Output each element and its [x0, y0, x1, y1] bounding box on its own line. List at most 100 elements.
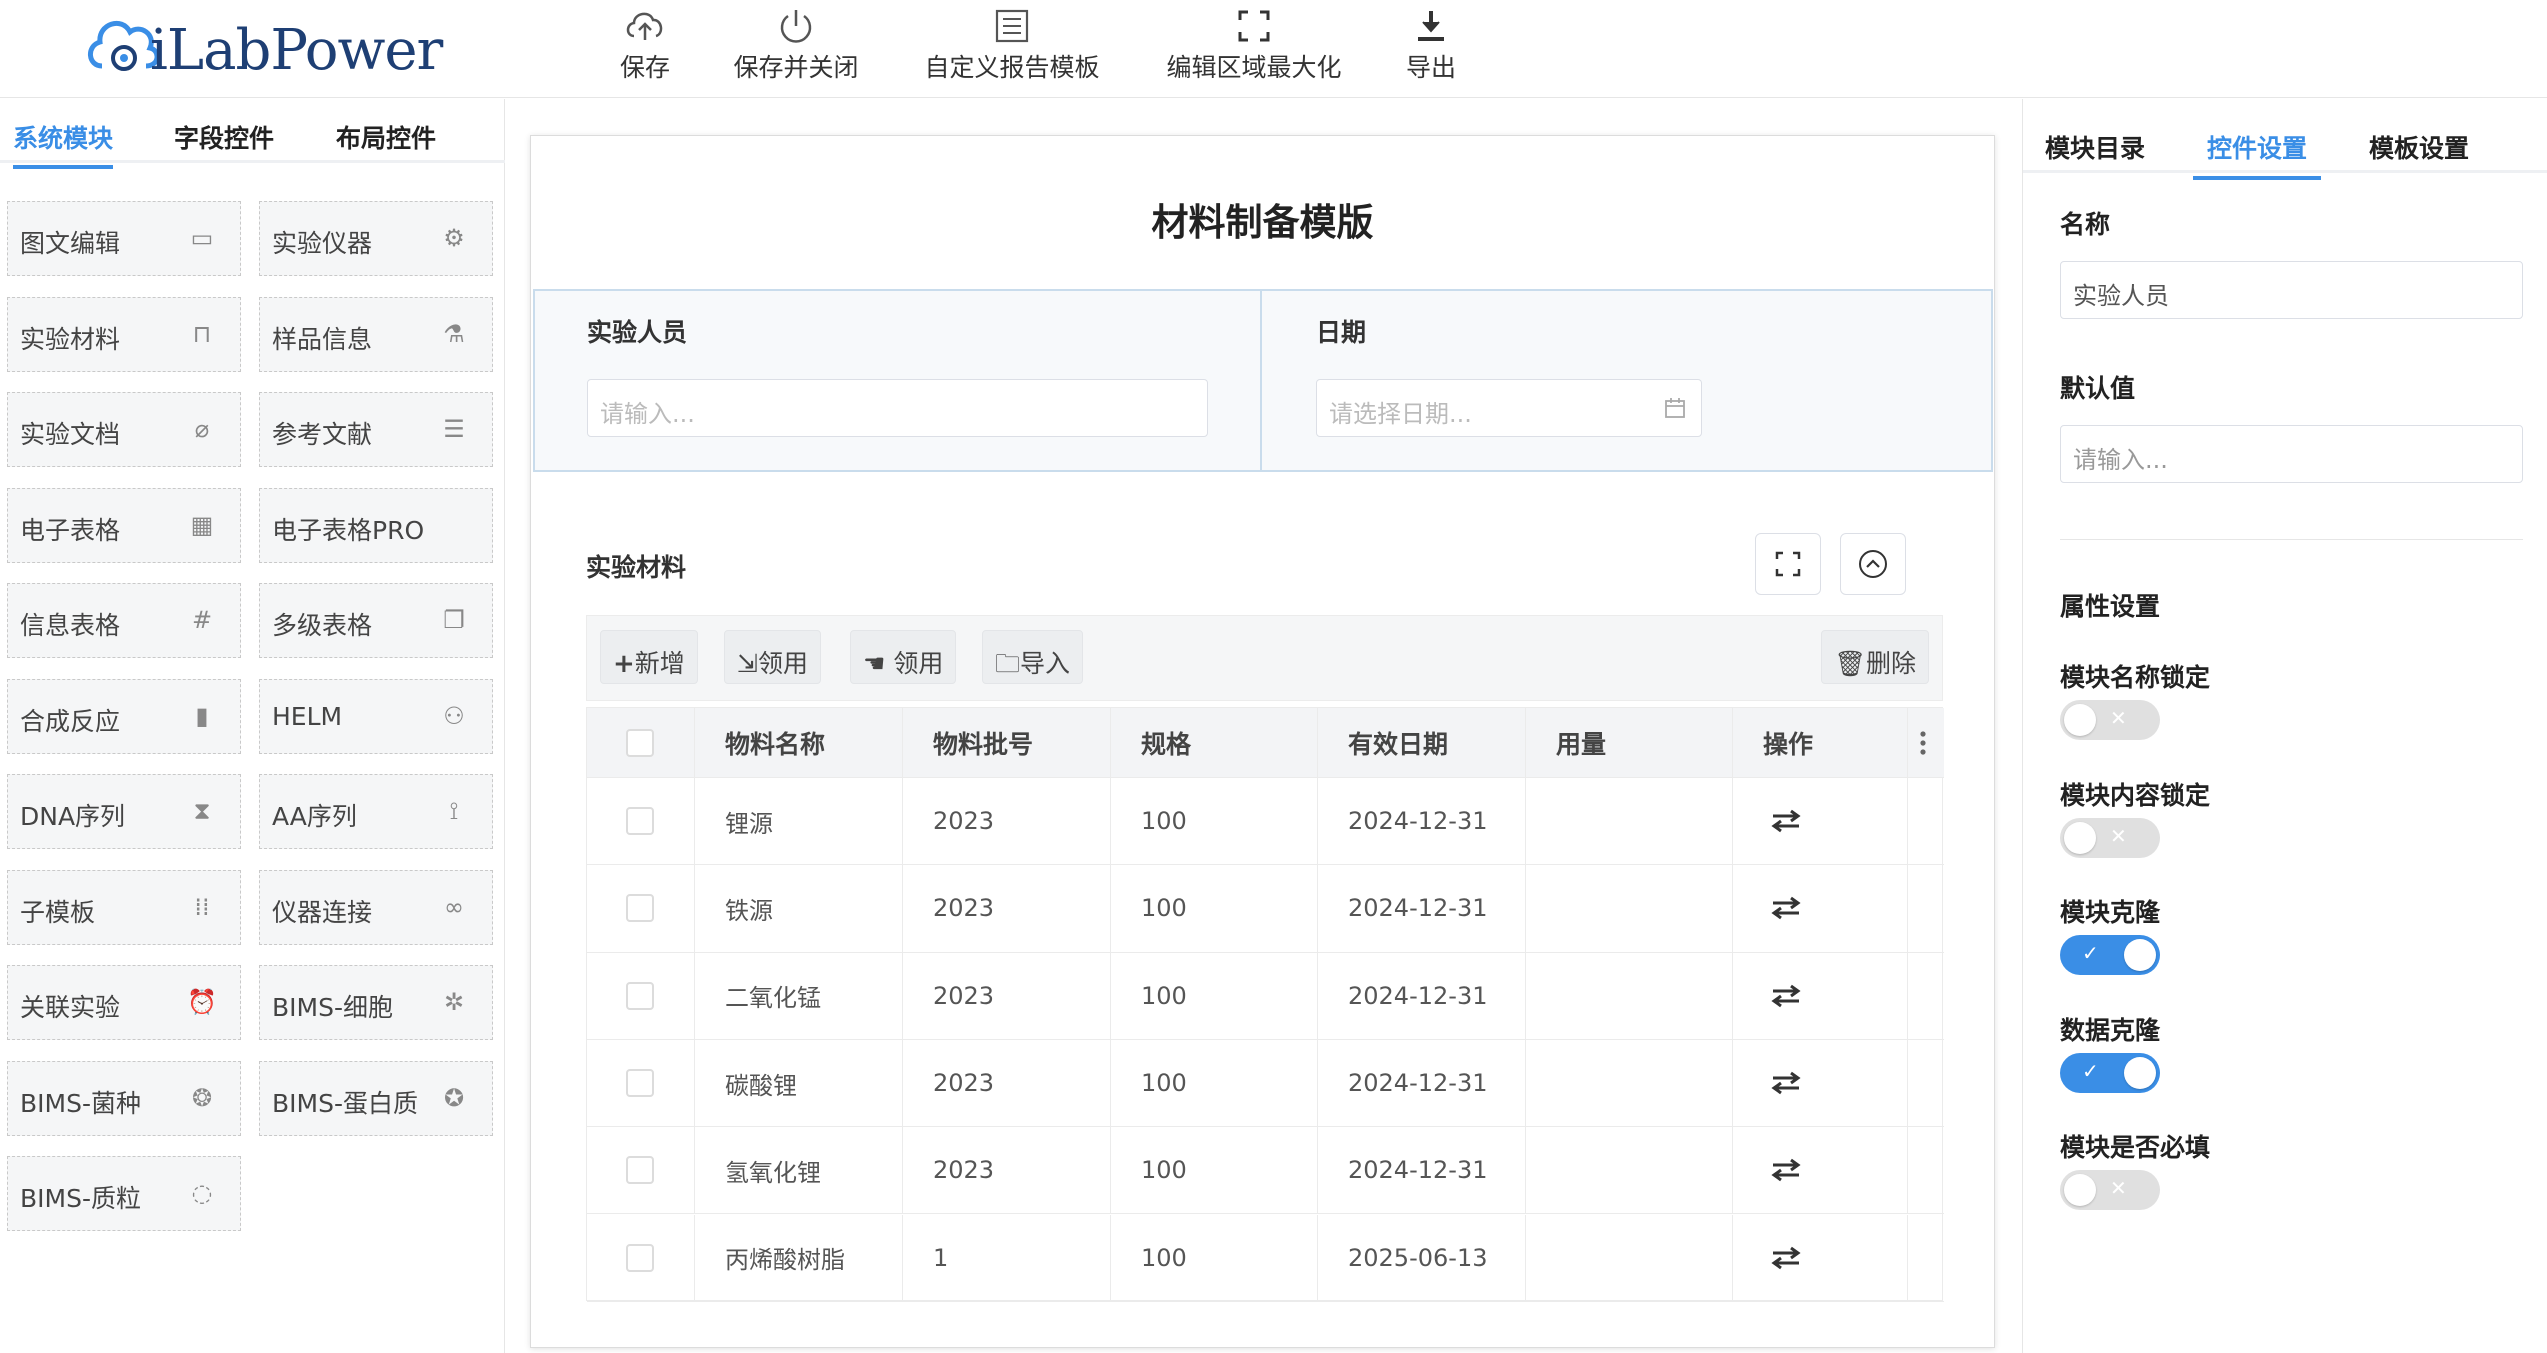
table-cell[interactable]	[1526, 952, 1733, 1039]
module-item[interactable]: 电子表格 ▦	[7, 487, 241, 563]
module-item[interactable]: 合成反应 ▮	[7, 678, 241, 754]
module-item[interactable]: HELM ⚇	[259, 678, 493, 754]
table-cell[interactable]: 100	[1111, 1127, 1318, 1214]
toggle-switch[interactable]: ✓	[2060, 935, 2160, 975]
module-item[interactable]: 样品信息 ⚗	[259, 296, 493, 372]
tab-system-modules[interactable]: 系统模块	[13, 119, 114, 169]
header-amount[interactable]: 用量	[1526, 708, 1733, 777]
section-collapse-button[interactable]	[1840, 533, 1906, 595]
module-item[interactable]: BIMS-质粒 ◌	[7, 1156, 241, 1231]
module-item[interactable]: 实验仪器 ⚙	[259, 201, 493, 276]
swap-icon[interactable]	[1769, 1245, 1803, 1271]
row-checkbox[interactable]	[626, 1243, 654, 1272]
field-researcher[interactable]: 实验人员 请输入...	[535, 291, 1262, 470]
row-checkbox-cell[interactable]	[587, 1039, 695, 1127]
module-item[interactable]: 仪器连接 ∞	[259, 869, 493, 945]
table-cell[interactable]: 2024-12-31	[1318, 865, 1526, 952]
import-button[interactable]: 🗀导入	[982, 630, 1084, 684]
table-cell[interactable]: 100	[1111, 1039, 1318, 1127]
custom-template-button[interactable]: 自定义报告模板	[922, 8, 1102, 92]
module-item[interactable]: DNA序列 ⧗	[7, 774, 241, 849]
tab-field-controls[interactable]: 字段控件	[174, 119, 274, 155]
toggle-switch[interactable]: ✓	[2060, 1052, 2160, 1093]
module-item[interactable]: 实验文档 ⌀	[7, 392, 241, 467]
table-cell[interactable]: 2023	[903, 865, 1111, 952]
swap-icon[interactable]	[1769, 983, 1803, 1009]
table-cell[interactable]: 2023	[903, 952, 1111, 1039]
table-cell[interactable]: 2023	[903, 1127, 1111, 1214]
table-cell[interactable]: 100	[1111, 1214, 1318, 1301]
row-checkbox[interactable]	[626, 1156, 654, 1185]
table-cell[interactable]: 100	[1111, 865, 1318, 952]
table-cell[interactable]: 氢氧化锂	[695, 1127, 903, 1214]
module-item[interactable]: 电子表格PRO	[259, 487, 493, 563]
module-item[interactable]: 信息表格 #	[7, 583, 241, 658]
toggle-switch[interactable]: ✕	[2060, 817, 2160, 858]
save-close-button[interactable]: 保存并关闭	[731, 8, 861, 92]
tab-template-settings[interactable]: 模板设置	[2369, 129, 2469, 165]
add-button[interactable]: +新增	[600, 630, 698, 684]
table-cell[interactable]: 2023	[903, 1039, 1111, 1127]
header-spec[interactable]: 规格	[1111, 708, 1318, 777]
module-item[interactable]: BIMS-细胞 ✲	[259, 965, 493, 1040]
select-all-checkbox-cell[interactable]	[587, 708, 695, 777]
header-expiry[interactable]: 有效日期	[1318, 708, 1526, 777]
tab-module-directory[interactable]: 模块目录	[2045, 129, 2145, 165]
select-all-checkbox[interactable]	[626, 728, 654, 757]
table-cell[interactable]: 2024-12-31	[1318, 778, 1526, 865]
swap-icon[interactable]	[1769, 808, 1803, 834]
maximize-button[interactable]: 编辑区域最大化	[1164, 8, 1344, 92]
toggle-switch[interactable]: ✕	[2060, 1170, 2160, 1210]
table-cell[interactable]: 1	[903, 1214, 1111, 1301]
date-input[interactable]: 请选择日期...	[1316, 379, 1702, 437]
row-checkbox-cell[interactable]	[587, 778, 695, 865]
module-item[interactable]: 图文编辑 ▭	[7, 201, 241, 276]
module-item[interactable]: BIMS-蛋白质 ✪	[259, 1060, 493, 1136]
table-cell[interactable]: 2023	[903, 778, 1111, 865]
row-checkbox[interactable]	[626, 894, 654, 923]
claim-hand-button[interactable]: ☚ 领用	[850, 630, 957, 684]
module-item[interactable]: 关联实验 ⏰	[7, 965, 241, 1040]
researcher-input[interactable]: 请输入...	[587, 379, 1208, 437]
table-cell[interactable]: 100	[1111, 952, 1318, 1039]
module-item[interactable]: AA序列 ⟟	[259, 774, 493, 849]
row-checkbox[interactable]	[626, 981, 654, 1010]
header-batch[interactable]: 物料批号	[903, 708, 1111, 777]
delete-button[interactable]: 🗑删除	[1821, 630, 1929, 684]
module-item[interactable]: BIMS-菌种 ❂	[7, 1060, 241, 1136]
swap-icon[interactable]	[1769, 1157, 1803, 1183]
module-item[interactable]: 子模板 ⁞⁞	[7, 869, 241, 945]
module-item[interactable]: 参考文献 ☰	[259, 392, 493, 467]
default-value-input[interactable]: 请输入...	[2060, 425, 2523, 483]
save-button[interactable]: 保存	[610, 8, 680, 92]
row-checkbox-cell[interactable]	[587, 1127, 695, 1214]
row-checkbox-cell[interactable]	[587, 865, 695, 952]
table-cell[interactable]	[1526, 1039, 1733, 1127]
table-cell[interactable]: 2024-12-31	[1318, 952, 1526, 1039]
table-cell[interactable]: 铁源	[695, 865, 903, 952]
row-checkbox[interactable]	[626, 1069, 654, 1098]
table-cell[interactable]: 锂源	[695, 778, 903, 865]
table-cell[interactable]: 二氧化锰	[695, 952, 903, 1039]
row-checkbox-cell[interactable]	[587, 1214, 695, 1301]
claim-button[interactable]: ⇲领用	[724, 630, 821, 684]
table-cell[interactable]: 丙烯酸树脂	[695, 1214, 903, 1301]
export-button[interactable]: 导出	[1404, 8, 1458, 92]
header-name[interactable]: 物料名称	[695, 708, 903, 777]
row-checkbox-cell[interactable]	[587, 952, 695, 1039]
table-cell[interactable]: 2024-12-31	[1318, 1039, 1526, 1127]
table-cell[interactable]: 2024-12-31	[1318, 1127, 1526, 1214]
swap-icon[interactable]	[1769, 1070, 1803, 1096]
tab-layout-controls[interactable]: 布局控件	[336, 119, 436, 155]
table-cell[interactable]: 100	[1111, 778, 1318, 865]
table-cell[interactable]	[1526, 778, 1733, 865]
table-cell[interactable]: 2025-06-13	[1318, 1214, 1526, 1301]
table-cell[interactable]	[1526, 865, 1733, 952]
table-cell[interactable]: 碳酸锂	[695, 1039, 903, 1127]
toggle-switch[interactable]: ✕	[2060, 700, 2160, 740]
section-fullscreen-button[interactable]	[1755, 533, 1821, 595]
table-cell[interactable]	[1526, 1127, 1733, 1214]
swap-icon[interactable]	[1769, 895, 1803, 921]
module-item[interactable]: 多级表格 ❐	[259, 583, 493, 658]
row-checkbox[interactable]	[626, 807, 654, 836]
